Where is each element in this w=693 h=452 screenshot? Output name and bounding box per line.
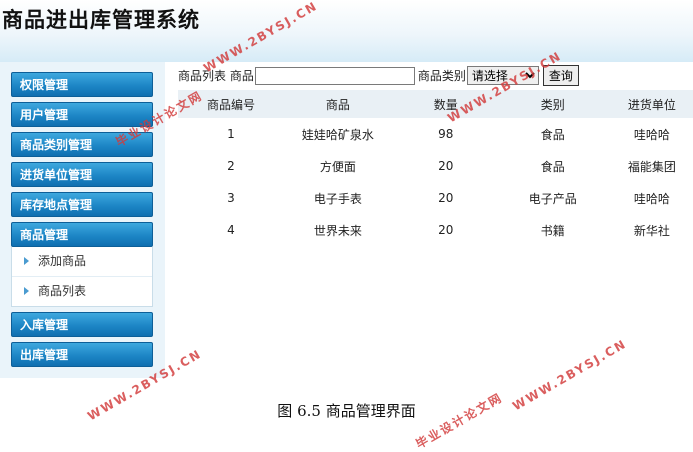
goods-submenu: 添加商品 商品列表 <box>11 247 153 307</box>
table-cell: 食品 <box>540 127 565 142</box>
sidebar-item-inbound[interactable]: 入库管理 <box>11 312 153 337</box>
goods-name-label: 商品 <box>229 69 254 83</box>
column-header-name: 商品 <box>283 90 392 118</box>
table-row: 2 方便面 20 食品 福能集团 <box>178 150 693 182</box>
arrow-right-icon <box>24 257 29 265</box>
submenu-item-label: 商品列表 <box>38 284 87 298</box>
sidebar-menu: 权限管理 用户管理 商品类别管理 进货单位管理 库存地点管理 商品管理 添加商品… <box>11 72 153 372</box>
table-row: 4 世界未来 20 书籍 新华社 <box>178 214 693 246</box>
column-header-category: 类别 <box>499 90 606 118</box>
submenu-item-add-goods[interactable]: 添加商品 <box>12 247 152 277</box>
table-cell: 电子手表 <box>313 191 362 206</box>
table-cell: 新华社 <box>633 223 670 238</box>
table-cell: 方便面 <box>319 159 356 174</box>
table-cell: 哇哈哈 <box>633 191 670 206</box>
column-header-supplier: 进货单位 <box>605 90 693 118</box>
section-label: 商品列表 <box>178 69 227 83</box>
sidebar-item-goods[interactable]: 商品管理 <box>11 222 153 247</box>
table-cell: 20 <box>438 191 454 205</box>
arrow-right-icon <box>24 287 29 295</box>
app-header: 商品进出库管理系统 <box>0 0 693 62</box>
table-cell: 20 <box>438 223 454 237</box>
table-cell: 世界未来 <box>313 223 362 238</box>
submenu-item-label: 添加商品 <box>38 254 87 268</box>
table-cell: 98 <box>438 127 454 141</box>
table-cell: 福能集团 <box>627 159 676 174</box>
main-content: 商品列表 商品 商品类别 请选择 查询 商品编号 商品 数量 类别 进货单位 1 娃娃… <box>178 62 693 382</box>
submenu-item-goods-list[interactable]: 商品列表 <box>12 277 152 306</box>
table-row: 1 娃娃哈矿泉水 98 食品 哇哈哈 <box>178 118 693 150</box>
app-title: 商品进出库管理系统 <box>2 8 200 32</box>
sidebar-item-permission[interactable]: 权限管理 <box>11 72 153 97</box>
table-cell: 2 <box>227 159 235 173</box>
goods-table: 商品编号 商品 数量 类别 进货单位 1 娃娃哈矿泉水 98 食品 哇哈哈 2 … <box>178 90 693 246</box>
sidebar-item-location[interactable]: 库存地点管理 <box>11 192 153 217</box>
category-label: 商品类别 <box>417 69 466 83</box>
table-header-row: 商品编号 商品 数量 类别 进货单位 <box>178 90 693 118</box>
table-cell: 哇哈哈 <box>633 127 670 142</box>
sidebar-item-supplier[interactable]: 进货单位管理 <box>11 162 153 187</box>
sidebar-item-outbound[interactable]: 出库管理 <box>11 342 153 367</box>
table-cell: 电子产品 <box>528 191 577 206</box>
table-cell: 1 <box>227 127 235 141</box>
table-cell: 书籍 <box>540 223 565 238</box>
table-cell: 20 <box>438 159 454 173</box>
table-cell: 3 <box>227 191 235 205</box>
goods-name-input[interactable] <box>254 66 415 85</box>
table-cell: 娃娃哈矿泉水 <box>301 127 374 142</box>
table-cell: 4 <box>227 223 235 237</box>
table-row: 3 电子手表 20 电子产品 哇哈哈 <box>178 182 693 214</box>
table-cell: 食品 <box>540 159 565 174</box>
sidebar: 权限管理 用户管理 商品类别管理 进货单位管理 库存地点管理 商品管理 添加商品… <box>0 62 165 378</box>
